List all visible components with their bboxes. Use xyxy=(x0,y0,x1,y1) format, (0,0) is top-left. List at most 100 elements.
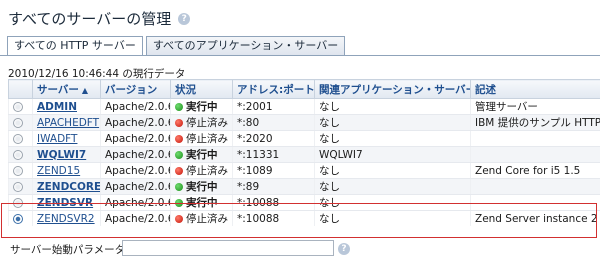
table-header-row: サーバー ▲ バージョン 状況 アドレス:ポート 関連アプリケーション・サーバー … xyxy=(8,79,600,99)
column-header-server[interactable]: サーバー ▲ xyxy=(32,79,101,99)
status-stopped-icon xyxy=(175,215,183,223)
status-running-icon xyxy=(175,103,183,111)
tab-application-servers[interactable]: すべてのアプリケーション・サーバー xyxy=(145,36,346,55)
server-name-link[interactable]: ZENDCORE xyxy=(37,181,101,193)
status-text: 停止済み xyxy=(186,165,228,177)
row-select-cell xyxy=(8,146,33,163)
address-port-cell: *:1089 xyxy=(232,162,315,179)
status-running-icon xyxy=(175,151,183,159)
row-select-cell xyxy=(8,98,33,115)
address-port-cell: *:10088 xyxy=(232,210,315,226)
row-select-cell xyxy=(8,210,33,226)
related-app-server-cell: なし xyxy=(314,130,471,147)
description-cell xyxy=(470,146,600,163)
table-row[interactable]: IWADFT Apache/2.0.63 停止済み *:2020なし xyxy=(8,130,600,147)
column-header-select xyxy=(8,79,33,99)
table-row[interactable]: ZENDSVR Apache/2.0.63 実行中 *:10088なし xyxy=(8,194,600,211)
status-text: 実行中 xyxy=(186,197,218,209)
status-text: 停止済み xyxy=(186,117,228,129)
server-params-input[interactable] xyxy=(122,240,334,256)
row-radio-button[interactable] xyxy=(13,165,23,176)
server-table: サーバー ▲ バージョン 状況 アドレス:ポート 関連アプリケーション・サーバー … xyxy=(8,79,600,226)
status-cell: 実行中 xyxy=(170,98,233,115)
status-text: 停止済み xyxy=(186,133,228,145)
server-name-link[interactable]: ZENDSVR xyxy=(37,197,93,209)
status-cell: 実行中 xyxy=(170,194,233,211)
description-cell: Zend Server instance 2 xyxy=(470,210,600,226)
server-name-link[interactable]: ADMIN xyxy=(37,101,77,113)
status-cell: 停止済み xyxy=(170,210,233,226)
related-app-server-cell: なし xyxy=(314,98,471,115)
address-port-cell: *:2001 xyxy=(232,98,315,115)
row-select-cell xyxy=(8,130,33,147)
server-name-cell: WQLWI7 xyxy=(32,146,101,163)
related-app-server-cell: なし xyxy=(314,210,471,226)
description-cell xyxy=(470,178,600,195)
table-row[interactable]: APACHEDFTApache/2.0.63 停止済み *:80なしIBM 提供のサ… xyxy=(8,114,600,131)
server-name-link[interactable]: WQLWI7 xyxy=(37,149,86,161)
column-header-version[interactable]: バージョン xyxy=(100,79,171,99)
row-radio-button[interactable] xyxy=(13,197,23,208)
related-app-server-cell: なし xyxy=(314,178,471,195)
server-name-cell: ZEND15 xyxy=(32,162,101,179)
table-body: ADMINApache/2.0.63実行中*:2001なし管理サーバーAPACH… xyxy=(8,98,600,226)
column-header-address[interactable]: アドレス:ポート xyxy=(232,79,315,99)
status-running-icon xyxy=(175,183,183,191)
params-help-icon[interactable]: ? xyxy=(338,243,350,255)
row-select-cell xyxy=(8,178,33,195)
description-cell xyxy=(470,130,600,147)
status-cell: 停止済み xyxy=(170,130,233,147)
table-row[interactable]: ZENDSVR2 Apache/2.0.63 停止済み *:10088なしZend S… xyxy=(8,210,600,226)
version-cell: Apache/2.0.63 xyxy=(100,210,171,226)
table-row[interactable]: ZENDCOREApache/2.0.63 実行中 *:89なし xyxy=(8,178,600,195)
status-stopped-icon xyxy=(175,167,183,175)
server-name-link[interactable]: APACHEDFT xyxy=(37,117,99,129)
row-select-cell xyxy=(8,194,33,211)
description-cell xyxy=(470,194,600,211)
version-cell: Apache/2.0.63 xyxy=(100,114,171,131)
page-title-text: すべてのサーバーの管理 xyxy=(8,10,172,28)
address-port-cell: *:80 xyxy=(232,114,315,131)
version-cell: Apache/2.0.63 xyxy=(100,146,171,163)
tab-bar: すべての HTTP サーバー すべてのアプリケーション・サーバー xyxy=(7,36,346,56)
related-app-server-cell: なし xyxy=(314,114,471,131)
server-name-link[interactable]: IWADFT xyxy=(37,133,77,145)
address-port-cell: *:11331 xyxy=(232,146,315,163)
help-icon[interactable]: ? xyxy=(178,12,191,25)
status-text: 実行中 xyxy=(186,101,218,113)
tab-divider xyxy=(0,55,600,56)
server-name-cell: ADMIN xyxy=(32,98,101,115)
row-radio-button[interactable] xyxy=(13,117,23,128)
row-radio-button[interactable] xyxy=(13,149,23,160)
row-radio-button[interactable] xyxy=(13,181,23,192)
version-cell: Apache/2.0.63 xyxy=(100,162,171,179)
server-name-cell: IWADFT xyxy=(32,130,101,147)
row-radio-button[interactable] xyxy=(13,101,23,112)
row-radio-button[interactable] xyxy=(13,213,23,224)
server-name-link[interactable]: ZENDSVR2 xyxy=(37,213,95,225)
status-cell: 停止済み xyxy=(170,162,233,179)
status-cell: 実行中 xyxy=(170,146,233,163)
table-row[interactable]: WQLWI7Apache/2.0.63実行中*:11331WQLWI7 xyxy=(8,146,600,163)
column-header-related[interactable]: 関連アプリケーション・サーバー xyxy=(314,79,471,99)
address-port-cell: *:89 xyxy=(232,178,315,195)
description-cell: 管理サーバー xyxy=(470,98,600,115)
table-row[interactable]: ZEND15 Apache/2.0.63 停止済み *:1089なしZend Core… xyxy=(8,162,600,179)
related-app-server-cell: なし xyxy=(314,194,471,211)
server-name-cell: ZENDSVR xyxy=(32,194,101,211)
server-params-label: サーバー始動パラメーター: xyxy=(10,244,140,256)
column-header-description[interactable]: 記述 xyxy=(470,79,600,99)
status-text: 実行中 xyxy=(186,149,218,161)
address-port-cell: *:10088 xyxy=(232,194,315,211)
status-stopped-icon xyxy=(175,119,183,127)
version-cell: Apache/2.0.63 xyxy=(100,194,171,211)
row-radio-button[interactable] xyxy=(13,133,23,144)
tab-http-servers[interactable]: すべての HTTP サーバー xyxy=(7,36,143,56)
server-name-link[interactable]: ZEND15 xyxy=(37,165,80,177)
status-stopped-icon xyxy=(175,135,183,143)
status-running-icon xyxy=(175,199,183,207)
column-header-server-label: サーバー xyxy=(37,83,79,96)
server-table-container: サーバー ▲ バージョン 状況 アドレス:ポート 関連アプリケーション・サーバー … xyxy=(8,79,600,226)
column-header-status[interactable]: 状況 xyxy=(170,79,233,99)
table-row[interactable]: ADMIN Apache/2.0.63 実行中 *:2001なし管理サーバー xyxy=(8,98,600,115)
